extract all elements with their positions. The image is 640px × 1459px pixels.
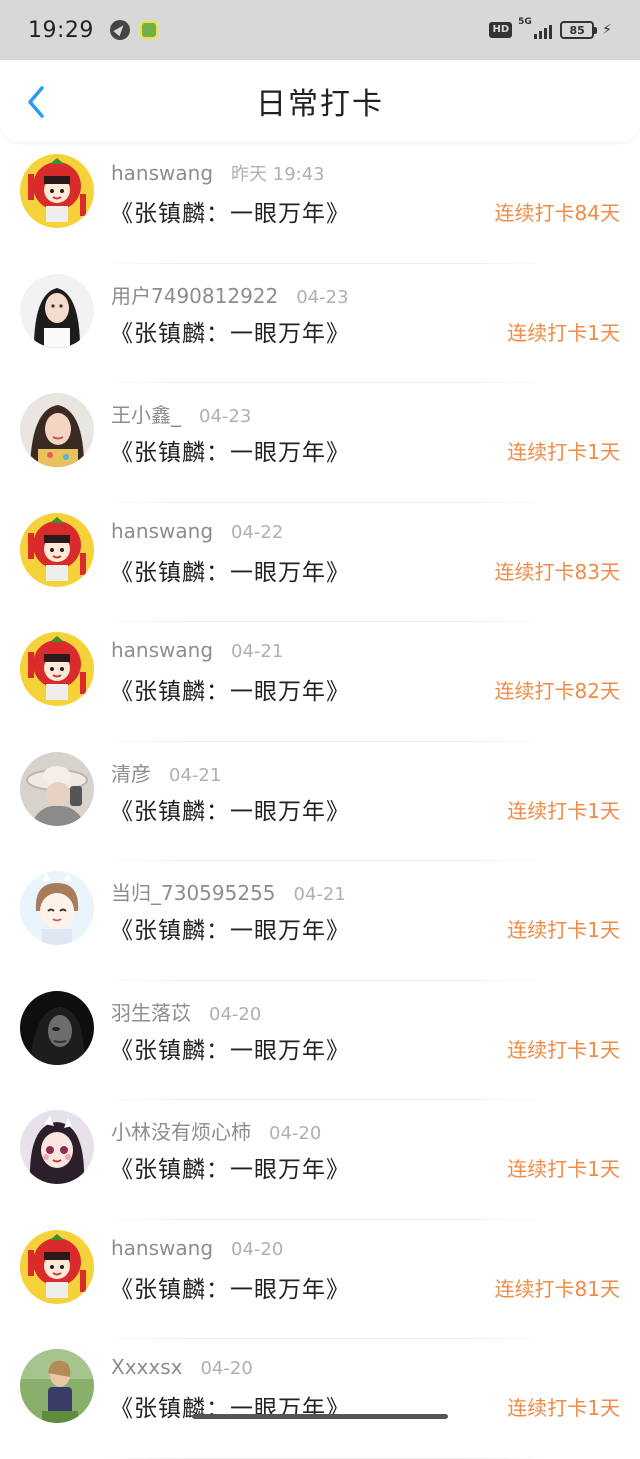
avatar[interactable] xyxy=(20,154,94,228)
checkin-item[interactable]: hanswang 04-21 《张镇麟：一眼万年》 连续打卡82天 xyxy=(0,622,640,742)
checkin-item[interactable]: 清彦 04-21 《张镇麟：一眼万年》 连续打卡1天 xyxy=(0,742,640,861)
header: 日常打卡 xyxy=(0,60,640,142)
checkin-item[interactable]: hanswang 昨天 19:43 《张镇麟：一眼万年》 连续打卡84天 xyxy=(0,144,640,264)
checkin-item[interactable]: Xxxxsx 04-20 《张镇麟：一眼万年》 连续打卡1天 xyxy=(0,1339,640,1459)
home-indicator[interactable] xyxy=(192,1414,448,1419)
avatar[interactable] xyxy=(20,990,94,1065)
streak-count: 连续打卡81天 xyxy=(494,1276,620,1301)
username[interactable]: 用户7490812922 xyxy=(111,280,278,309)
checkin-list: hanswang 昨天 19:43 《张镇麟：一眼万年》 连续打卡84天用户74908… xyxy=(0,144,640,1459)
checkin-item[interactable]: 小林没有烦心柿 04-20 《张镇麟：一眼万年》 连续打卡1天 xyxy=(0,1100,640,1220)
divider xyxy=(100,1457,550,1459)
avatar[interactable] xyxy=(20,1349,94,1423)
username[interactable]: 小林没有烦心柿 xyxy=(111,1116,251,1145)
book-title[interactable]: 《张镇麟：一眼万年》 xyxy=(110,1031,350,1065)
username[interactable]: 羽生落苡 xyxy=(111,997,191,1026)
checkin-date: 04-20 xyxy=(269,1123,322,1144)
item-meta: 当归_730595255 04-21 xyxy=(111,877,346,906)
book-title[interactable]: 《张镇麟：一眼万年》 xyxy=(110,194,350,228)
battery-icon: 85 xyxy=(560,21,598,39)
book-title[interactable]: 《张镇麟：一眼万年》 xyxy=(110,1150,350,1184)
checkin-item[interactable]: 当归_730595255 04-21 《张镇麟：一眼万年》 连续打卡1天 xyxy=(0,861,640,981)
username[interactable]: hanswang xyxy=(111,519,213,543)
status-left: 19:29 xyxy=(28,18,158,43)
book-title[interactable]: 《张镇麟：一眼万年》 xyxy=(110,433,350,467)
avatar[interactable] xyxy=(20,1110,94,1184)
checkin-item[interactable]: 羽生落苡 04-20 《张镇麟：一眼万年》 连续打卡1天 xyxy=(0,981,640,1100)
charging-icon: ⚡ xyxy=(602,22,612,38)
checkin-date: 昨天 19:43 xyxy=(231,164,325,185)
avatar[interactable] xyxy=(20,273,94,348)
streak-count: 连续打卡1天 xyxy=(507,1037,620,1062)
item-meta: 王小鑫_ 04-23 xyxy=(111,399,251,428)
username[interactable]: hanswang xyxy=(111,1236,213,1260)
item-meta: 清彦 04-21 xyxy=(111,758,221,787)
hd-icon: HD xyxy=(489,22,513,38)
checkin-date: 04-22 xyxy=(231,521,284,543)
network-type: 5G xyxy=(518,17,532,27)
item-meta: hanswang 04-21 xyxy=(111,638,283,662)
streak-count: 连续打卡1天 xyxy=(507,440,620,464)
avatar[interactable] xyxy=(20,512,94,587)
avatar[interactable] xyxy=(20,632,94,706)
back-button[interactable] xyxy=(18,82,54,122)
book-title[interactable]: 《张镇麟：一眼万年》 xyxy=(110,672,350,706)
avatar[interactable] xyxy=(20,1229,94,1304)
username[interactable]: hanswang xyxy=(111,638,213,662)
checkin-date: 04-21 xyxy=(231,641,284,662)
checkin-date: 04-23 xyxy=(199,406,252,427)
checkin-date: 04-20 xyxy=(200,1358,253,1379)
item-meta: 小林没有烦心柿 04-20 xyxy=(111,1116,321,1145)
item-meta: 羽生落苡 04-20 xyxy=(111,997,261,1026)
item-meta: Xxxxsx 04-20 xyxy=(111,1355,253,1379)
item-meta: 用户7490812922 04-23 xyxy=(111,280,349,309)
status-time: 19:29 xyxy=(28,17,94,43)
item-meta: hanswang 04-20 xyxy=(111,1236,283,1260)
username[interactable]: 清彦 xyxy=(111,758,151,787)
checkin-date: 04-20 xyxy=(209,1003,262,1025)
page-title: 日常打卡 xyxy=(256,87,384,122)
book-title[interactable]: 《张镇麟：一眼万年》 xyxy=(110,792,350,826)
book-title[interactable]: 《张镇麟：一眼万年》 xyxy=(110,314,350,348)
battery-level: 85 xyxy=(569,23,585,37)
username[interactable]: 王小鑫_ xyxy=(111,399,181,428)
username[interactable]: Xxxxsx xyxy=(111,1355,182,1379)
item-meta: hanswang 昨天 19:43 xyxy=(111,160,325,186)
book-title[interactable]: 《张镇麟：一眼万年》 xyxy=(110,911,350,945)
streak-count: 连续打卡1天 xyxy=(507,798,620,823)
streak-count: 连续打卡82天 xyxy=(494,679,620,703)
username[interactable]: hanswang xyxy=(111,161,213,185)
streak-count: 连续打卡1天 xyxy=(507,1157,620,1181)
checkin-date: 04-23 xyxy=(296,286,349,308)
signal-icon: 5G xyxy=(518,17,553,39)
checkin-date: 04-21 xyxy=(293,884,346,905)
status-bar: 19:29 HD 5G 85 ⚡ xyxy=(0,0,640,60)
checkin-item[interactable]: 王小鑫_ 04-23 《张镇麟：一眼万年》 连续打卡1天 xyxy=(0,383,640,503)
checkin-item[interactable]: 用户7490812922 04-23 《张镇麟：一眼万年》 连续打卡1天 xyxy=(0,264,640,383)
streak-count: 连续打卡1天 xyxy=(507,1396,620,1420)
streak-count: 连续打卡1天 xyxy=(507,320,620,345)
streak-count: 连续打卡84天 xyxy=(494,201,620,225)
avatar[interactable] xyxy=(20,393,94,467)
compass-icon xyxy=(109,20,130,40)
chevron-left-icon xyxy=(28,86,44,118)
checkin-date: 04-20 xyxy=(231,1238,284,1260)
avatar[interactable] xyxy=(20,871,94,945)
checkin-date: 04-21 xyxy=(169,764,222,786)
checkin-item[interactable]: hanswang 04-22 《张镇麟：一眼万年》 连续打卡83天 xyxy=(0,503,640,622)
book-title[interactable]: 《张镇麟：一眼万年》 xyxy=(110,1270,350,1304)
book-title[interactable]: 《张镇麟：一眼万年》 xyxy=(110,553,350,587)
checkin-item[interactable]: hanswang 04-20 《张镇麟：一眼万年》 连续打卡81天 xyxy=(0,1220,640,1339)
username[interactable]: 当归_730595255 xyxy=(111,877,276,906)
status-right: HD 5G 85 ⚡ xyxy=(489,17,612,39)
item-meta: hanswang 04-22 xyxy=(111,519,283,543)
streak-count: 连续打卡83天 xyxy=(494,559,620,584)
app-notification-icon xyxy=(139,21,158,39)
streak-count: 连续打卡1天 xyxy=(507,918,620,942)
avatar[interactable] xyxy=(20,751,94,826)
